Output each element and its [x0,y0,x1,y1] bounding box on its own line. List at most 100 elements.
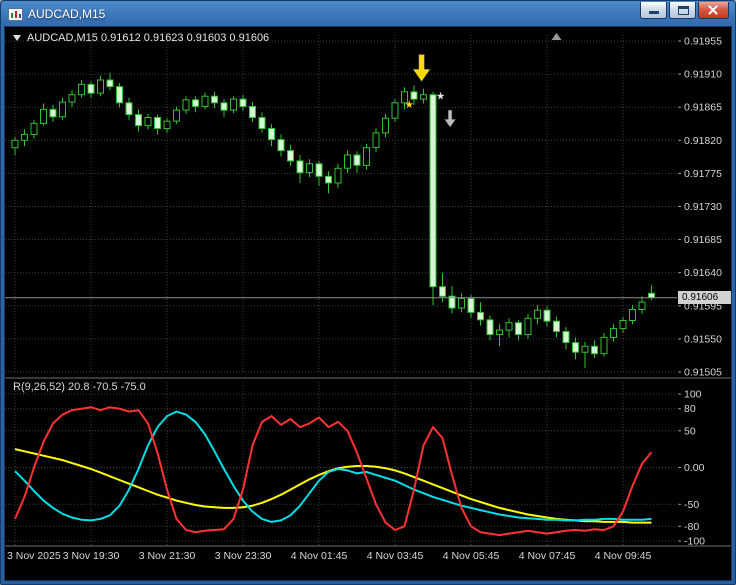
candle-body [467,297,475,313]
time-axis-label: 4 Nov 07:45 [519,550,576,562]
price-axis-label: 0.91685 [684,234,722,246]
candle-body [562,331,570,343]
candle-body [220,102,228,111]
price-axis-label: 0.91910 [684,69,722,81]
time-axis-label: 4 Nov 05:45 [443,550,500,562]
candle-body [239,98,247,107]
candle-body [49,108,57,118]
indicator-axis-label: 80 [684,403,696,415]
price-axis-label: 0.91730 [684,201,722,213]
candle-body [306,163,313,174]
candle-body [496,329,503,336]
indicator-line-cyan [14,410,652,523]
bid-price-badge: 0.91606 [678,291,731,304]
candle-body [40,108,47,124]
candle-body [97,79,104,94]
chart-area[interactable]: 0.91955 0.91910 0.91865 0.91820 0.91775 0.917… [4,26,732,581]
candle-body [135,114,142,127]
candle-body [87,83,95,94]
candle-body [154,117,161,129]
candle-body [648,292,655,299]
candle-body [534,309,541,319]
indicator-axis-label: 100 [684,389,702,401]
window-controls [640,2,729,19]
time-axis-label: 3 Nov 23:30 [215,550,272,562]
candle-body [477,311,484,321]
candle-body [230,98,237,111]
minimize-button[interactable] [640,2,667,19]
candle-body [125,102,133,116]
candle-body [515,322,522,336]
candle-body [344,154,351,169]
indicator-axis-label: -80 [684,521,699,533]
time-axis-label: 3 Nov 21:30 [139,550,196,562]
signal-star-white: ★ [436,90,446,102]
candle-body [353,154,361,166]
candle-body [638,301,646,311]
candle-body [211,95,218,104]
indicator-axis-label: 50 [684,425,696,437]
candle-body [277,139,285,152]
candle-body [21,133,28,141]
candle-body [59,101,66,118]
candle-body [572,342,579,353]
indicator-axis-label: 0.00 [684,462,705,474]
candle-body [249,106,256,118]
candle-body [106,79,114,88]
titlebar[interactable]: AUDCAD,M15 [2,2,734,26]
indicator-label: R(9,26,52) 20.8 -70.5 -75.0 [13,381,146,393]
price-axis-label: 0.91955 [684,36,722,48]
candle-body [429,94,437,288]
price-axis-label: 0.91505 [684,367,722,379]
maximize-button[interactable] [669,2,696,19]
candle-body [201,95,209,107]
signal-star-yellow: ★ [405,99,415,111]
chart-window: AUDCAD,M15 0.91955 0.91910 0.91865 0.91820 0… [0,0,736,585]
candle-body [116,86,123,104]
indicator-axis-label: -50 [684,499,699,511]
candle-body [420,94,427,100]
candle-body [439,286,446,297]
candle-body [382,117,389,134]
candle-body [30,122,38,135]
candle-body [173,109,180,122]
candle-body [553,320,560,333]
candle-body [144,117,152,127]
chart-canvas: 0.91955 0.91910 0.91865 0.91820 0.91775 0.917… [5,33,731,562]
candle-body [619,320,627,330]
indicator-line-yellow [14,448,652,524]
chart-icon [8,7,23,21]
candle-body [600,336,608,355]
time-axis-label: 4 Nov 03:45 [367,550,424,562]
symbol-dropdown-icon[interactable] [13,35,21,41]
signal-arrow-down-yellow [412,54,431,82]
price-axis-label: 0.91865 [684,102,722,114]
candle-body [591,345,598,355]
candle-body [11,139,19,149]
candle-body [192,99,199,107]
time-axis-label: 3 Nov 2025 [7,550,61,562]
candle-body [334,167,342,184]
candle-body [610,328,617,338]
price-axis-label: 0.91550 [684,333,722,345]
candle-body [325,175,332,184]
window-title: AUDCAD,M15 [28,7,106,21]
candle-body [78,83,85,96]
candle-body [458,297,465,309]
candle-body [258,117,266,129]
candle-body [372,132,380,149]
close-button[interactable] [698,2,729,19]
candle-body [287,150,294,162]
candle-body [581,345,589,353]
candle-body [486,319,494,335]
candle-body [315,163,323,177]
candle-body [543,309,551,322]
time-axis-label: 4 Nov 01:45 [291,550,348,562]
signal-arrow-down-silver [444,109,457,128]
candle-body [391,102,399,119]
candle-body [268,128,275,140]
price-axis-label: 0.91775 [684,168,722,180]
candle-body [363,147,370,166]
candle-body [524,317,532,335]
time-axis-label: 3 Nov 19:30 [63,550,120,562]
